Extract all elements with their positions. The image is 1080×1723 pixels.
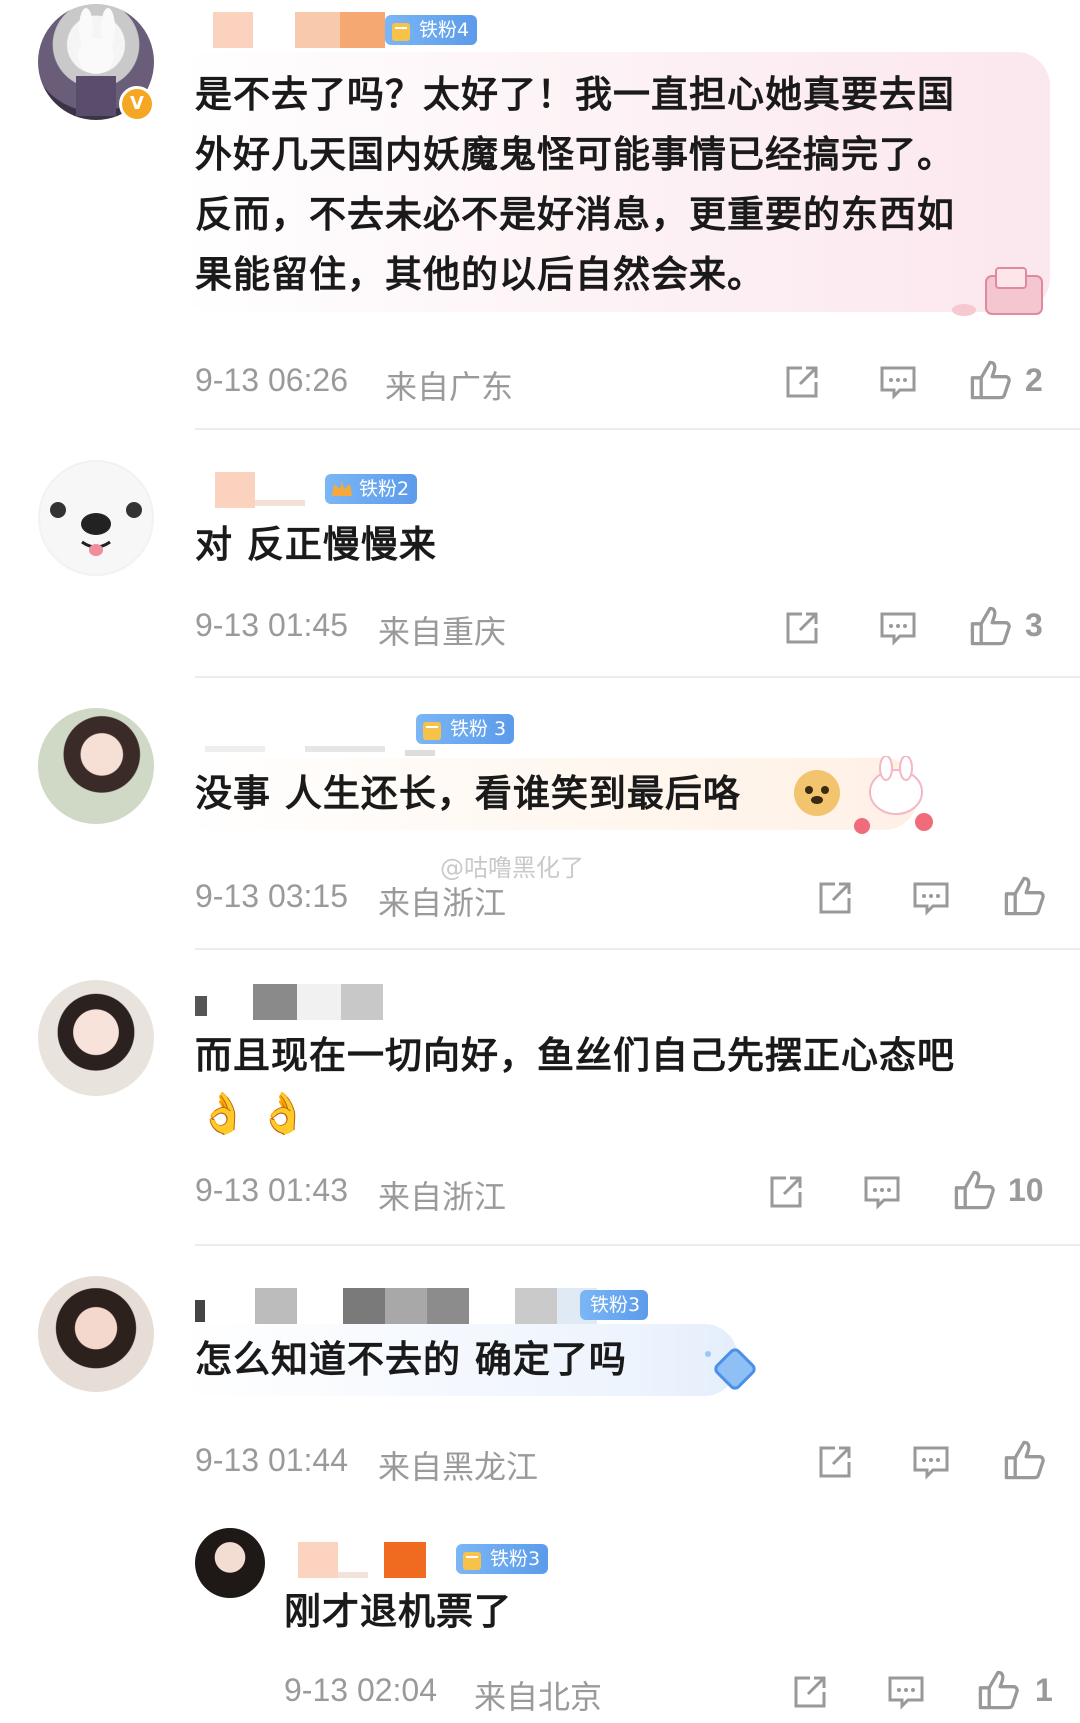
comment-text-line: 反而，不去未必不是好消息，更重要的东西如 bbox=[195, 193, 955, 236]
username-redacted[interactable] bbox=[195, 1286, 635, 1324]
share-icon[interactable] bbox=[782, 362, 822, 402]
dog-face-icon bbox=[40, 462, 152, 574]
comment-4: 而且现在一切向好，鱼丝们自己先摆正心态吧 👌 👌 9-13 01:43 来自浙江… bbox=[0, 950, 1080, 1246]
reply-icon[interactable] bbox=[886, 1672, 926, 1712]
avatar[interactable] bbox=[38, 460, 154, 576]
share-icon[interactable] bbox=[790, 1672, 830, 1712]
comment-location: 来自广东 bbox=[385, 369, 514, 405]
reply-icon[interactable] bbox=[878, 362, 918, 402]
comment-text-line: 怎么知道不去的 确定了吗 bbox=[195, 1338, 627, 1381]
like-icon[interactable] bbox=[952, 1168, 996, 1212]
comment-text-line: 对 反正慢慢来 bbox=[195, 523, 437, 566]
username-redacted[interactable] bbox=[195, 722, 435, 760]
comment-text-line: 刚才退机票了 bbox=[284, 1590, 512, 1633]
bunny-decoration-icon bbox=[854, 756, 933, 834]
fan-level-icon bbox=[392, 23, 410, 41]
comment-3: 铁粉 3 没事 人生还长，看谁笑到最后咯 9-13 03:15 来自浙江 bbox=[0, 678, 1080, 950]
comment-text-line: 是不去了吗？太好了！我一直担心她真要去国 bbox=[195, 73, 955, 116]
username-redacted[interactable] bbox=[284, 1540, 464, 1578]
comment-time: 9-13 06:26 bbox=[195, 362, 349, 398]
fan-badge: 铁粉2 bbox=[325, 474, 418, 504]
comment-location: 来自浙江 bbox=[378, 1179, 507, 1215]
fan-badge: 铁粉3 bbox=[456, 1544, 549, 1574]
avatar[interactable] bbox=[195, 1528, 265, 1598]
bubble-decoration-icon bbox=[952, 267, 1043, 316]
reply-icon[interactable] bbox=[862, 1172, 902, 1212]
fan-badge: 铁粉4 bbox=[385, 15, 478, 45]
doge-emoji-icon bbox=[794, 770, 840, 816]
like-icon[interactable] bbox=[1002, 1438, 1046, 1482]
share-icon[interactable] bbox=[815, 878, 855, 918]
like-count: 2 bbox=[1025, 362, 1043, 398]
comment-5: 铁粉3 怎么知道不去的 确定了吗 9-13 01:44 来自黑龙江 bbox=[0, 1246, 1080, 1516]
username-redacted[interactable] bbox=[195, 470, 325, 508]
comment-1: V 铁粉4 是不去了吗？太好了！我一直担心她真要去国 外好几天国内妖魔鬼怪可能事… bbox=[0, 0, 1080, 430]
comment-location: 来自浙江 bbox=[378, 885, 507, 921]
comment-time: 9-13 02:04 bbox=[284, 1672, 438, 1708]
watermark: @咕噜黑化了 bbox=[440, 854, 584, 882]
share-icon[interactable] bbox=[766, 1172, 806, 1212]
fan-badge-label: 铁粉3 bbox=[590, 1294, 641, 1316]
fan-level-icon bbox=[463, 1552, 481, 1570]
reply-icon[interactable] bbox=[911, 1442, 951, 1482]
ok-hand-emoji: 👌 bbox=[198, 1091, 248, 1137]
comment-2: 铁粉2 对 反正慢慢来 9-13 01:45 来自重庆 3 bbox=[0, 430, 1080, 678]
fan-level-icon bbox=[423, 722, 441, 740]
verified-badge: V bbox=[119, 86, 155, 122]
comment-time: 9-13 01:45 bbox=[195, 607, 349, 643]
fan-level-icon bbox=[332, 481, 352, 496]
comment-time: 9-13 01:44 bbox=[195, 1442, 349, 1478]
like-icon[interactable] bbox=[968, 604, 1012, 648]
like-count: 1 bbox=[1035, 1672, 1053, 1708]
username-redacted[interactable] bbox=[195, 982, 395, 1020]
reply-1: 铁粉3 刚才退机票了 9-13 02:04 来自北京 1 bbox=[0, 1516, 1080, 1723]
fan-badge-label: 铁粉4 bbox=[419, 19, 470, 41]
fan-badge: 铁粉 3 bbox=[416, 714, 515, 744]
diamond-decoration-icon bbox=[705, 1348, 756, 1390]
comment-text-line: 没事 人生还长，看谁笑到最后咯 bbox=[195, 772, 741, 815]
comment-time: 9-13 03:15 bbox=[195, 878, 349, 914]
like-count: 10 bbox=[1008, 1172, 1044, 1208]
like-count: 3 bbox=[1025, 607, 1043, 643]
share-icon[interactable] bbox=[815, 1442, 855, 1482]
comment-time: 9-13 01:43 bbox=[195, 1172, 349, 1208]
reply-icon[interactable] bbox=[911, 878, 951, 918]
like-icon[interactable] bbox=[1002, 874, 1046, 918]
like-icon[interactable] bbox=[968, 358, 1012, 402]
fan-badge-label: 铁粉3 bbox=[490, 1548, 541, 1570]
avatar[interactable] bbox=[38, 980, 154, 1096]
reply-icon[interactable] bbox=[878, 608, 918, 648]
ok-hand-emoji: 👌 bbox=[258, 1091, 308, 1137]
comment-text-line: 果能留住，其他的以后自然会来。 bbox=[195, 253, 765, 296]
avatar[interactable] bbox=[38, 1276, 154, 1392]
comment-location: 来自北京 bbox=[474, 1679, 603, 1715]
comment-text-line: 而且现在一切向好，鱼丝们自己先摆正心态吧 bbox=[195, 1034, 955, 1077]
comment-text-line: 外好几天国内妖魔鬼怪可能事情已经搞完了。 bbox=[195, 133, 955, 176]
comment-location: 来自重庆 bbox=[378, 614, 507, 650]
fan-badge-label: 铁粉 3 bbox=[450, 718, 507, 740]
comment-location: 来自黑龙江 bbox=[378, 1449, 539, 1485]
like-icon[interactable] bbox=[976, 1668, 1020, 1712]
avatar[interactable] bbox=[38, 708, 154, 824]
share-icon[interactable] bbox=[782, 608, 822, 648]
fan-badge-label: 铁粉2 bbox=[359, 478, 410, 500]
fan-badge: 铁粉3 bbox=[580, 1290, 649, 1320]
